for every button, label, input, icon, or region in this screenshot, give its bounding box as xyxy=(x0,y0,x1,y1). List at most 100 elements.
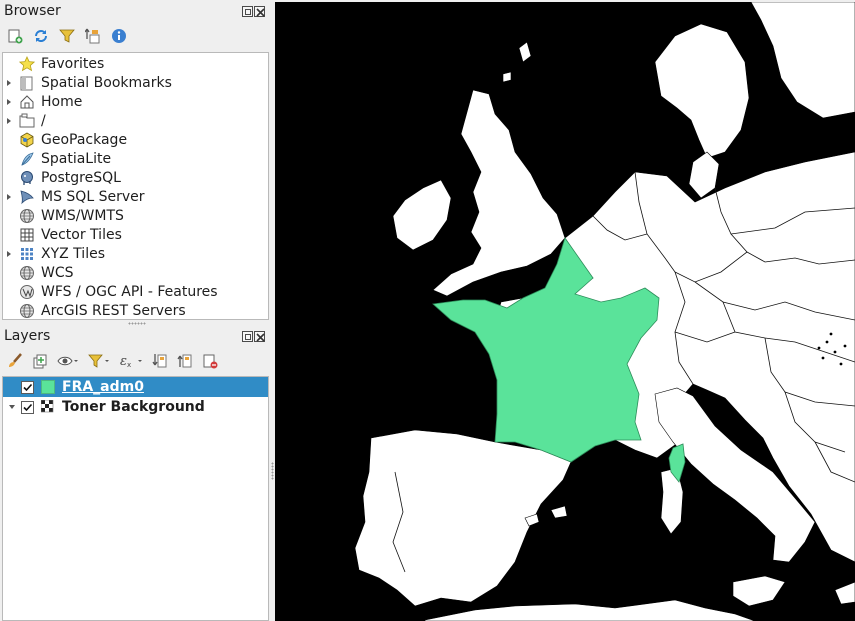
filter-icon[interactable] xyxy=(87,352,111,370)
chevron-right-icon[interactable] xyxy=(3,92,15,111)
wfs-icon xyxy=(18,283,36,301)
browser-item[interactable]: ArcGIS REST Servers xyxy=(3,301,268,320)
layer-name: FRA_adm0 xyxy=(62,379,144,395)
home-icon xyxy=(18,93,36,111)
star-icon xyxy=(18,55,36,73)
browser-item-label: WMS/WMTS xyxy=(41,207,124,224)
layer-row[interactable]: FRA_adm0 xyxy=(3,377,268,397)
refresh-icon[interactable] xyxy=(32,27,50,45)
browser-item[interactable]: Favorites xyxy=(3,54,268,73)
chevron-right-icon[interactable] xyxy=(3,244,15,263)
panel-splitter-handle[interactable] xyxy=(128,322,146,325)
great-britain xyxy=(432,89,566,297)
browser-item[interactable]: MS SQL Server xyxy=(3,187,268,206)
grid-icon xyxy=(18,226,36,244)
mssql-icon xyxy=(18,188,36,206)
geopackage-icon xyxy=(18,131,36,149)
browser-toolbar xyxy=(6,25,128,47)
browser-item-label: MS SQL Server xyxy=(41,188,145,205)
browser-item[interactable]: / xyxy=(3,111,268,130)
browser-item[interactable]: XYZ Tiles xyxy=(3,244,268,263)
layers-panel-title: Layers xyxy=(4,328,51,344)
browser-item-label: GeoPackage xyxy=(41,131,128,148)
float-panel-icon[interactable] xyxy=(242,331,253,342)
map-render xyxy=(354,2,855,621)
layer-name: Toner Background xyxy=(62,399,205,415)
browser-item[interactable]: Spatial Bookmarks xyxy=(3,73,268,92)
dock-splitter-handle[interactable] xyxy=(271,462,274,480)
layer-row[interactable]: Toner Background xyxy=(3,397,268,417)
scandinavia xyxy=(654,23,750,159)
browser-item-label: Home xyxy=(41,93,83,110)
spatialite-icon xyxy=(18,150,36,168)
browser-item-label: WCS xyxy=(41,264,74,281)
iberia xyxy=(354,429,572,607)
svg-text:ε: ε xyxy=(120,354,127,369)
expand-all-icon[interactable] xyxy=(151,352,169,370)
browser-item[interactable]: GeoPackage xyxy=(3,130,268,149)
close-panel-icon[interactable] xyxy=(254,6,265,17)
browser-tree[interactable]: Favorites Spatial Bookmarks Home / GeoPackag… xyxy=(2,52,269,320)
browser-panel-title: Browser xyxy=(4,3,61,19)
globe-icon xyxy=(18,302,36,320)
layer-visibility-checkbox[interactable] xyxy=(21,400,34,414)
bookmark-icon xyxy=(18,74,36,92)
chevron-right-icon[interactable] xyxy=(3,111,15,130)
globe-icon xyxy=(18,264,36,282)
collapse-all-icon[interactable] xyxy=(84,27,102,45)
browser-item-label: WFS / OGC API - Features xyxy=(41,283,218,300)
browser-item[interactable]: SpatiaLite xyxy=(3,149,268,168)
layers-toolbar: εx xyxy=(6,350,219,372)
north-africa xyxy=(424,599,756,621)
polygon-symbol-icon xyxy=(40,379,56,395)
expression-filter-icon[interactable]: εx xyxy=(118,352,144,370)
chevron-right-icon[interactable] xyxy=(3,187,15,206)
denmark xyxy=(688,151,720,199)
remove-layer-icon[interactable] xyxy=(201,352,219,370)
layer-visibility-checkbox[interactable] xyxy=(21,380,34,394)
browser-item[interactable]: Vector Tiles xyxy=(3,225,268,244)
browser-item-label: ArcGIS REST Servers xyxy=(41,302,186,319)
postgresql-icon xyxy=(18,169,36,187)
add-group-icon[interactable] xyxy=(31,352,49,370)
eye-icon[interactable] xyxy=(56,352,80,370)
browser-item[interactable]: WCS xyxy=(3,263,268,282)
globe-icon xyxy=(18,207,36,225)
svg-text:x: x xyxy=(127,361,131,369)
layers-tree[interactable]: FRA_adm0 Toner Background xyxy=(2,376,269,621)
browser-item-label: Vector Tiles xyxy=(41,226,122,243)
chevron-down-icon[interactable] xyxy=(3,398,21,417)
folder-icon xyxy=(18,112,36,130)
info-icon[interactable] xyxy=(110,27,128,45)
browser-item-label: / xyxy=(41,112,46,129)
browser-item-label: SpatiaLite xyxy=(41,150,112,167)
browser-item-label: PostgreSQL xyxy=(41,169,121,186)
add-layer-icon[interactable] xyxy=(6,27,24,45)
paintbrush-icon[interactable] xyxy=(6,352,24,370)
collapse-all-icon[interactable] xyxy=(176,352,194,370)
filter-icon[interactable] xyxy=(58,27,76,45)
browser-item[interactable]: WMS/WMTS xyxy=(3,206,268,225)
chevron-right-icon[interactable] xyxy=(3,73,15,92)
sicily xyxy=(732,575,786,607)
ireland xyxy=(392,179,452,251)
raster-tile-icon xyxy=(40,399,56,415)
map-canvas[interactable] xyxy=(275,2,855,621)
browser-item[interactable]: PostgreSQL xyxy=(3,168,268,187)
browser-item[interactable]: WFS / OGC API - Features xyxy=(3,282,268,301)
browser-item[interactable]: Home xyxy=(3,92,268,111)
close-panel-icon[interactable] xyxy=(254,331,265,342)
browser-item-label: XYZ Tiles xyxy=(41,245,105,262)
left-dock: Browser Favorites Spatial Bookmarks Home / G… xyxy=(0,0,273,621)
browser-window-buttons xyxy=(242,6,265,17)
float-panel-icon[interactable] xyxy=(242,6,253,17)
